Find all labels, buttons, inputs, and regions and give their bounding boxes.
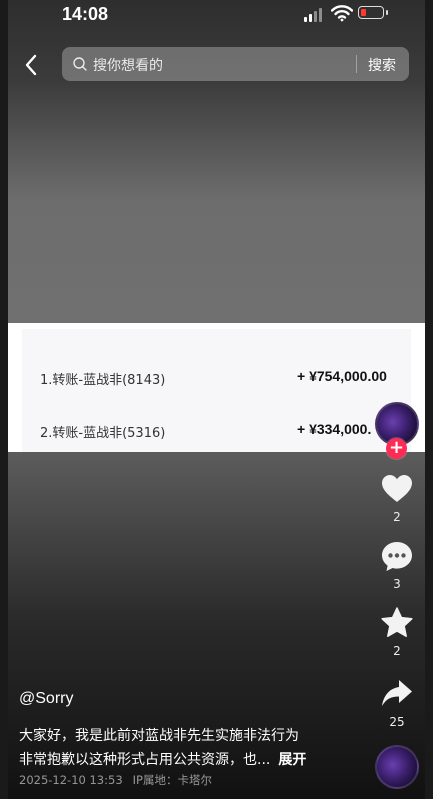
status-bar: 14:08 bbox=[0, 0, 433, 34]
author-name[interactable]: @Sorry bbox=[19, 690, 73, 708]
share-icon[interactable] bbox=[380, 676, 414, 710]
heart-icon[interactable] bbox=[380, 472, 414, 506]
chevron-left-icon bbox=[25, 54, 37, 76]
caption-line-1: 大家好，我是此前对蓝战非先生实施非法行为 bbox=[19, 728, 299, 744]
expand-button[interactable]: 展开 bbox=[278, 752, 306, 768]
transfer-amount: + ¥334,000. bbox=[297, 421, 372, 437]
search-input[interactable]: 搜你想看的 搜索 bbox=[62, 47, 409, 81]
post-meta: 2025-12-10 13:53 IP属地：卡塔尔 bbox=[19, 772, 212, 788]
caption-line-2: 非常抱歉以这种形式占用公共资源，也... 展开 bbox=[19, 749, 306, 769]
transfer-row: 1.转账-蓝战非(8143) + ¥754,000.00 bbox=[22, 363, 411, 393]
music-disc-avatar[interactable] bbox=[375, 745, 419, 789]
video-screen[interactable]: 14:08 搜你想看的 搜索 1.转账-蓝战非(8143) + ¥754,000… bbox=[0, 0, 433, 799]
search-divider bbox=[356, 55, 357, 73]
video-content-image: 1.转账-蓝战非(8143) + ¥754,000.00 2.转账-蓝战非(53… bbox=[8, 323, 425, 452]
comment-count: 3 bbox=[393, 577, 401, 591]
signal-icon bbox=[304, 6, 326, 22]
like-count: 2 bbox=[393, 510, 401, 524]
ip-location: IP属地：卡塔尔 bbox=[132, 773, 212, 787]
back-button[interactable] bbox=[18, 52, 44, 78]
right-edge bbox=[425, 0, 433, 799]
search-icon bbox=[73, 57, 87, 71]
follow-button[interactable]: + bbox=[386, 438, 407, 459]
caption-line-2-text: 非常抱歉以这种形式占用公共资源，也... bbox=[19, 752, 271, 768]
post-date: 2025-12-10 13:53 bbox=[19, 773, 123, 787]
wifi-icon bbox=[331, 5, 353, 22]
transfer-name: 1.转账-蓝战非(8143) bbox=[40, 373, 166, 388]
favorite-count: 2 bbox=[393, 644, 401, 658]
left-edge bbox=[0, 0, 8, 799]
comment-icon[interactable] bbox=[380, 540, 414, 574]
transfer-name: 2.转账-蓝战非(5316) bbox=[40, 426, 166, 441]
transfer-row: 2.转账-蓝战非(5316) + ¥334,000. bbox=[22, 416, 411, 446]
status-time: 14:08 bbox=[62, 4, 109, 24]
share-count: 25 bbox=[389, 715, 405, 729]
transfer-list: 1.转账-蓝战非(8143) + ¥754,000.00 2.转账-蓝战非(53… bbox=[22, 329, 411, 452]
battery-icon bbox=[358, 6, 388, 19]
search-button[interactable]: 搜索 bbox=[368, 55, 396, 75]
transfer-amount: + ¥754,000.00 bbox=[297, 368, 387, 384]
search-placeholder: 搜你想看的 bbox=[93, 58, 163, 74]
star-icon[interactable] bbox=[380, 606, 414, 640]
